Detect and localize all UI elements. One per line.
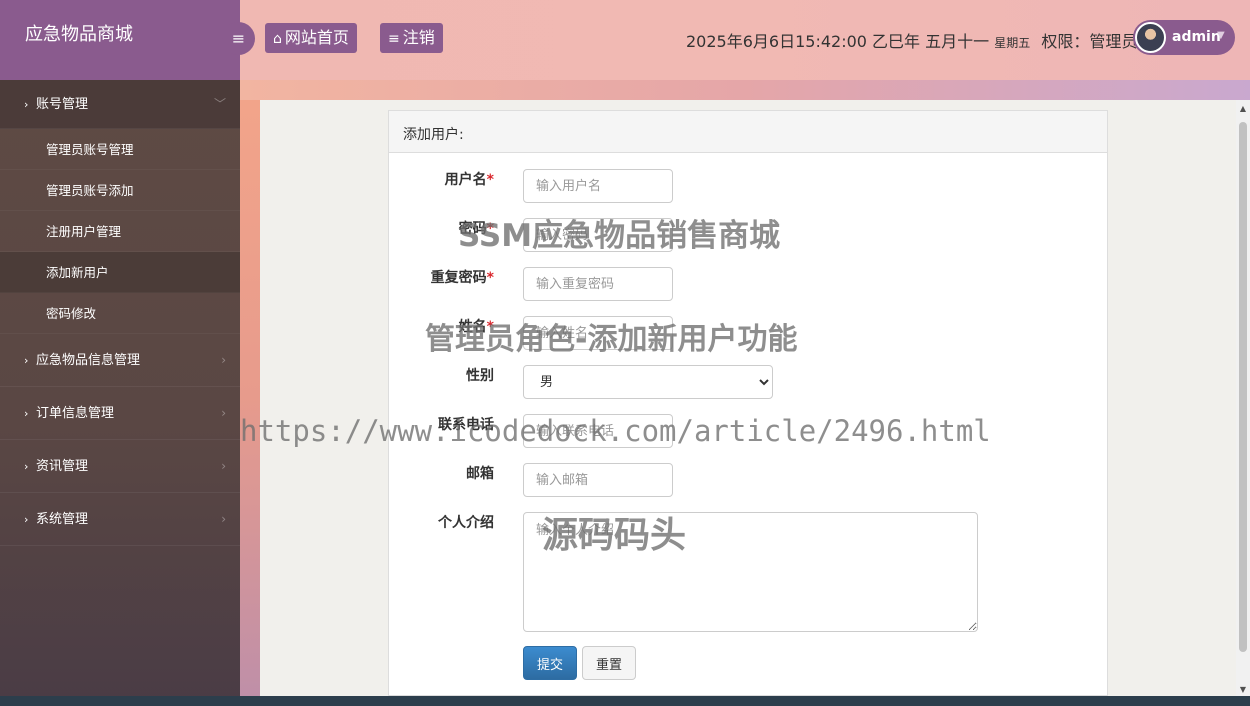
list-icon: ≡ bbox=[388, 31, 400, 47]
sidebar-toggle-button[interactable]: ≡ bbox=[222, 22, 255, 55]
required-mark: * bbox=[486, 172, 494, 188]
sidebar-item-admin-manage[interactable]: 管理员账号管理 bbox=[0, 129, 240, 170]
sidebar-group-account[interactable]: › 账号管理 ﹀ bbox=[0, 80, 240, 129]
chevron-right-icon: › bbox=[24, 460, 29, 473]
sidebar-group-label: 账号管理 bbox=[36, 97, 89, 112]
chevron-right-icon: › bbox=[24, 354, 29, 367]
username: admin bbox=[1172, 29, 1221, 45]
home-icon: ⌂ bbox=[273, 31, 282, 47]
home-button[interactable]: ⌂ 网站首页 bbox=[265, 23, 357, 53]
sidebar-item-password[interactable]: 密码修改 bbox=[0, 293, 240, 334]
chevron-right-icon: › bbox=[24, 407, 29, 420]
scrollbar-thumb[interactable] bbox=[1239, 122, 1247, 652]
gender-select[interactable]: 男 bbox=[523, 365, 773, 399]
caret-down-icon: ▼ bbox=[1217, 30, 1225, 41]
avatar bbox=[1135, 22, 1166, 53]
sidebar-group-label: 订单信息管理 bbox=[36, 406, 115, 421]
password-label: 密码* bbox=[458, 221, 494, 237]
scroll-up-icon[interactable]: ▲ bbox=[1239, 104, 1247, 113]
required-mark: * bbox=[486, 319, 494, 335]
sidebar-item-add-user[interactable]: 添加新用户 bbox=[0, 252, 240, 293]
content-top-strip bbox=[240, 80, 1250, 100]
email-input[interactable] bbox=[523, 463, 673, 497]
bars-icon: ≡ bbox=[231, 29, 246, 48]
user-menu[interactable]: admin ▼ bbox=[1133, 20, 1235, 55]
brand-title[interactable]: 应急物品商城 bbox=[0, 0, 240, 80]
sidebar-group-goods[interactable]: › 应急物品信息管理 › bbox=[0, 334, 240, 387]
sidebar: › 账号管理 ﹀ 管理员账号管理 管理员账号添加 注册用户管理 添加新用户 密码修… bbox=[0, 80, 240, 706]
chevron-right-icon: › bbox=[221, 406, 226, 420]
chevron-down-icon: ﹀ bbox=[213, 97, 226, 111]
scroll-down-icon[interactable]: ▼ bbox=[1239, 685, 1247, 694]
sidebar-group-label: 系统管理 bbox=[36, 512, 89, 527]
sidebar-group-news[interactable]: › 资讯管理 › bbox=[0, 440, 240, 493]
top-header: 应急物品商城 ≡ ⌂ 网站首页 ≡ 注销 2025年6月6日15:42:00 乙巳年… bbox=[0, 0, 1250, 80]
name-label: 姓名* bbox=[458, 319, 494, 335]
password-input[interactable] bbox=[523, 218, 673, 252]
sidebar-group-label: 应急物品信息管理 bbox=[36, 353, 141, 368]
chevron-right-icon: › bbox=[24, 513, 29, 526]
required-mark: * bbox=[486, 270, 494, 286]
repassword-label: 重复密码* bbox=[430, 270, 494, 286]
logout-button[interactable]: ≡ 注销 bbox=[380, 23, 443, 53]
required-mark: * bbox=[486, 221, 494, 237]
gender-label: 性别 bbox=[466, 368, 494, 384]
sidebar-item-admin-add[interactable]: 管理员账号添加 bbox=[0, 170, 240, 211]
chevron-right-icon: › bbox=[221, 512, 226, 526]
chevron-right-icon: › bbox=[221, 459, 226, 473]
intro-label: 个人介绍 bbox=[438, 515, 494, 531]
sidebar-group-label: 资讯管理 bbox=[36, 459, 89, 474]
home-button-label: 网站首页 bbox=[284, 28, 349, 47]
datetime: 2025年6月6日15:42:00 乙巳年 五月十一 bbox=[686, 32, 990, 51]
permission-text: 权限：管理员 bbox=[1041, 32, 1138, 51]
username-label: 用户名* bbox=[444, 172, 494, 188]
email-label: 邮箱 bbox=[466, 466, 494, 482]
submit-button[interactable]: 提交 bbox=[523, 646, 577, 680]
sidebar-item-user-manage[interactable]: 注册用户管理 bbox=[0, 211, 240, 252]
add-user-panel: 添加用户: 用户名* 密码* 重复密码* 姓名* 性别 男 联系电话 邮箱 个人… bbox=[388, 110, 1108, 696]
chevron-right-icon: › bbox=[221, 353, 226, 367]
reset-button[interactable]: 重置 bbox=[582, 646, 636, 680]
logout-button-label: 注销 bbox=[402, 28, 435, 47]
panel-title: 添加用户: bbox=[389, 111, 1107, 153]
phone-input[interactable] bbox=[523, 414, 673, 448]
chevron-right-icon: › bbox=[24, 98, 29, 111]
sidebar-group-system[interactable]: › 系统管理 › bbox=[0, 493, 240, 546]
scrollbar[interactable]: ▲ ▼ bbox=[1236, 100, 1250, 696]
weekday: 星期五 bbox=[994, 36, 1031, 50]
sidebar-group-orders[interactable]: › 订单信息管理 › bbox=[0, 387, 240, 440]
taskbar-strip bbox=[0, 696, 1250, 706]
content-left-strip bbox=[240, 100, 260, 696]
repassword-input[interactable] bbox=[523, 267, 673, 301]
header-info: 2025年6月6日15:42:00 乙巳年 五月十一 星期五 权限：管理员 bbox=[686, 28, 1137, 52]
username-input[interactable] bbox=[523, 169, 673, 203]
intro-textarea[interactable] bbox=[523, 512, 978, 632]
name-input[interactable] bbox=[523, 316, 673, 350]
phone-label: 联系电话 bbox=[438, 417, 494, 433]
